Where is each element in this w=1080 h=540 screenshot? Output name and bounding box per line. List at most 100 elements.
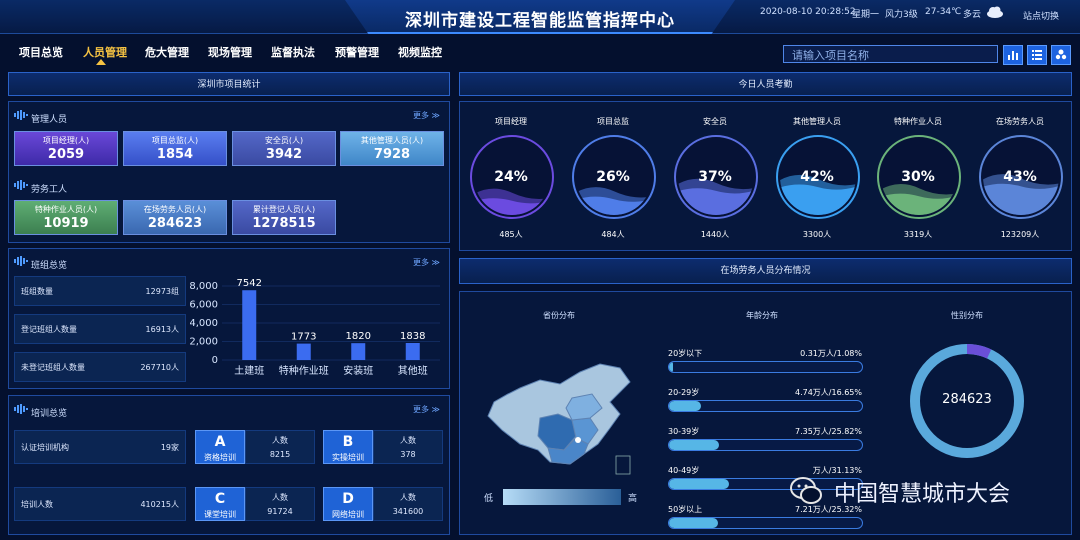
map-legend-gradient xyxy=(503,489,621,505)
user-group-button[interactable] xyxy=(1051,45,1071,65)
attendance-label: 其他管理人员 xyxy=(793,117,841,126)
team-overview-label: 班组总览 xyxy=(31,261,68,271)
active-tab-indicator xyxy=(96,59,106,65)
attendance-percent: 30% xyxy=(901,169,935,185)
age-progress-fill xyxy=(669,479,730,489)
nav-tab-video[interactable]: 视频监控 xyxy=(398,44,442,64)
age-group-label: 40-49岁 xyxy=(668,466,700,475)
worker-card[interactable]: 累计登记人员(人) 1278515 xyxy=(232,200,336,235)
legend-high-label: 高 xyxy=(628,494,638,504)
nav-tab-hazard[interactable]: 危大管理 xyxy=(145,44,189,64)
list-view-button[interactable] xyxy=(1027,45,1047,65)
training-overview-label: 培训总览 xyxy=(31,409,68,419)
attendance-count: 3300人 xyxy=(802,230,832,239)
worker-card[interactable]: 在场劳务人员(人) 284623 xyxy=(123,200,227,235)
attendance-label: 在场劳务人员 xyxy=(996,117,1044,126)
bar xyxy=(296,343,311,360)
manager-card[interactable]: 其他管理人员(人) 7928 xyxy=(340,131,444,166)
weekday: 星期一 xyxy=(852,10,880,20)
watermark-text: 中国智慧城市大会 xyxy=(834,482,1011,507)
managers-label: 管理人员 xyxy=(31,115,68,125)
attendance-count: 485人 xyxy=(499,230,523,239)
y-tick-label: 4,000 xyxy=(190,318,218,329)
project-stats-title: 深圳市项目统计 xyxy=(8,72,450,96)
age-group-value: 万人/31.13% xyxy=(812,466,862,475)
nav-tab-warning[interactable]: 预警管理 xyxy=(335,44,379,64)
y-tick-label: 2,000 xyxy=(190,337,218,348)
team-bar-chart: 0 2,000 4,000 6,000 8,000 7542 土建班 1773 特种作业班 182… xyxy=(190,278,440,377)
bar-value-label: 7542 xyxy=(237,278,262,289)
attendance-label: 项目经理 xyxy=(495,117,527,126)
attendance-percent: 26% xyxy=(596,169,630,185)
weather: 多云 xyxy=(963,10,982,20)
more-link[interactable]: 更多 ≫ xyxy=(413,257,440,268)
unregistered-team-row: 未登记班组人数量 267710人 xyxy=(14,352,186,382)
training-org-row: 认证培训机构 19家 xyxy=(14,430,186,464)
legend-low-label: 低 xyxy=(484,494,494,504)
age-group-label: 20-29岁 xyxy=(668,388,700,397)
datetime: 2020-08-10 20:28:52 xyxy=(760,7,856,17)
project-search-input[interactable]: 请输入项目名称 xyxy=(783,45,998,63)
y-tick-label: 8,000 xyxy=(190,281,218,292)
manager-card[interactable]: 项目总监(人) 1854 xyxy=(123,131,227,166)
attendance-label: 项目总监 xyxy=(597,117,629,126)
sound-wave-icon xyxy=(14,180,28,190)
manager-card[interactable]: 项目经理(人) 2059 xyxy=(14,131,118,166)
bar-value-label: 1838 xyxy=(400,331,425,342)
wechat-icon xyxy=(790,477,822,504)
sound-wave-icon xyxy=(14,404,28,414)
attendance-percent: 37% xyxy=(698,169,732,185)
training-people-row: 培训人数 410215人 xyxy=(14,487,186,521)
age-progress-fill xyxy=(669,518,718,528)
workers-label: 劳务工人 xyxy=(31,185,68,195)
training-count-a: 人数 8215 xyxy=(245,430,315,464)
x-tick-label: 土建班 xyxy=(234,364,264,377)
cloud-icon xyxy=(987,6,1003,18)
age-group-value: 4.74万人/16.65% xyxy=(794,388,862,397)
bar-chart-view-button[interactable] xyxy=(1003,45,1023,65)
bar-value-label: 1820 xyxy=(346,331,371,342)
more-link[interactable]: 更多 ≫ xyxy=(413,110,440,121)
bar xyxy=(351,343,366,360)
age-group-value: 0.31万人/1.08% xyxy=(800,349,862,358)
training-count-c: 人数 91724 xyxy=(245,487,315,521)
attendance-percent: 42% xyxy=(800,169,834,185)
temperature: 27-34℃ xyxy=(925,7,962,17)
training-type-d[interactable]: D 网络培训 xyxy=(323,487,373,521)
attendance-percent: 24% xyxy=(494,169,528,185)
more-link[interactable]: 更多 ≫ xyxy=(413,404,440,415)
age-group-label: 20岁以下 xyxy=(668,349,703,358)
nav-tab-enforcement[interactable]: 监督执法 xyxy=(271,44,315,64)
list-icon xyxy=(1032,50,1042,60)
nav-tab-site[interactable]: 现场管理 xyxy=(208,44,252,64)
age-progress-track xyxy=(668,361,863,373)
training-type-b[interactable]: B 实操培训 xyxy=(323,430,373,464)
worker-card[interactable]: 特种作业人员(人) 10919 xyxy=(14,200,118,235)
training-type-a[interactable]: A 资格培训 xyxy=(195,430,245,464)
nav-tab-overview[interactable]: 项目总览 xyxy=(19,44,63,64)
page-title: 深圳市建设工程智能监管指挥中心 xyxy=(405,11,675,31)
age-progress-fill xyxy=(669,362,673,372)
site-switch-link[interactable]: 站点切换 xyxy=(1023,9,1059,22)
x-tick-label: 其他班 xyxy=(398,364,428,377)
province-distribution-label: 省份分布 xyxy=(543,311,575,320)
training-type-c[interactable]: C 课堂培训 xyxy=(195,487,245,521)
china-map[interactable] xyxy=(480,358,640,478)
wind: 风力3级 xyxy=(885,10,918,20)
attendance-count: 123209人 xyxy=(1000,230,1040,239)
attendance-label: 特种作业人员 xyxy=(894,117,942,126)
age-progress-track xyxy=(668,517,863,529)
age-progress-track xyxy=(668,439,863,451)
y-tick-label: 6,000 xyxy=(190,300,218,311)
sound-wave-icon xyxy=(14,256,28,266)
attendance-count: 1440人 xyxy=(700,230,730,239)
manager-card[interactable]: 安全员(人) 3942 xyxy=(232,131,336,166)
bar xyxy=(405,342,420,360)
donut-minor-segment xyxy=(966,344,992,359)
age-progress-fill xyxy=(669,440,719,450)
age-distribution-label: 年龄分布 xyxy=(746,311,778,320)
bar xyxy=(242,290,257,360)
age-group-label: 50岁以上 xyxy=(668,505,703,514)
age-group-label: 30-39岁 xyxy=(668,427,700,436)
attendance-title: 今日人员考勤 xyxy=(459,72,1072,96)
